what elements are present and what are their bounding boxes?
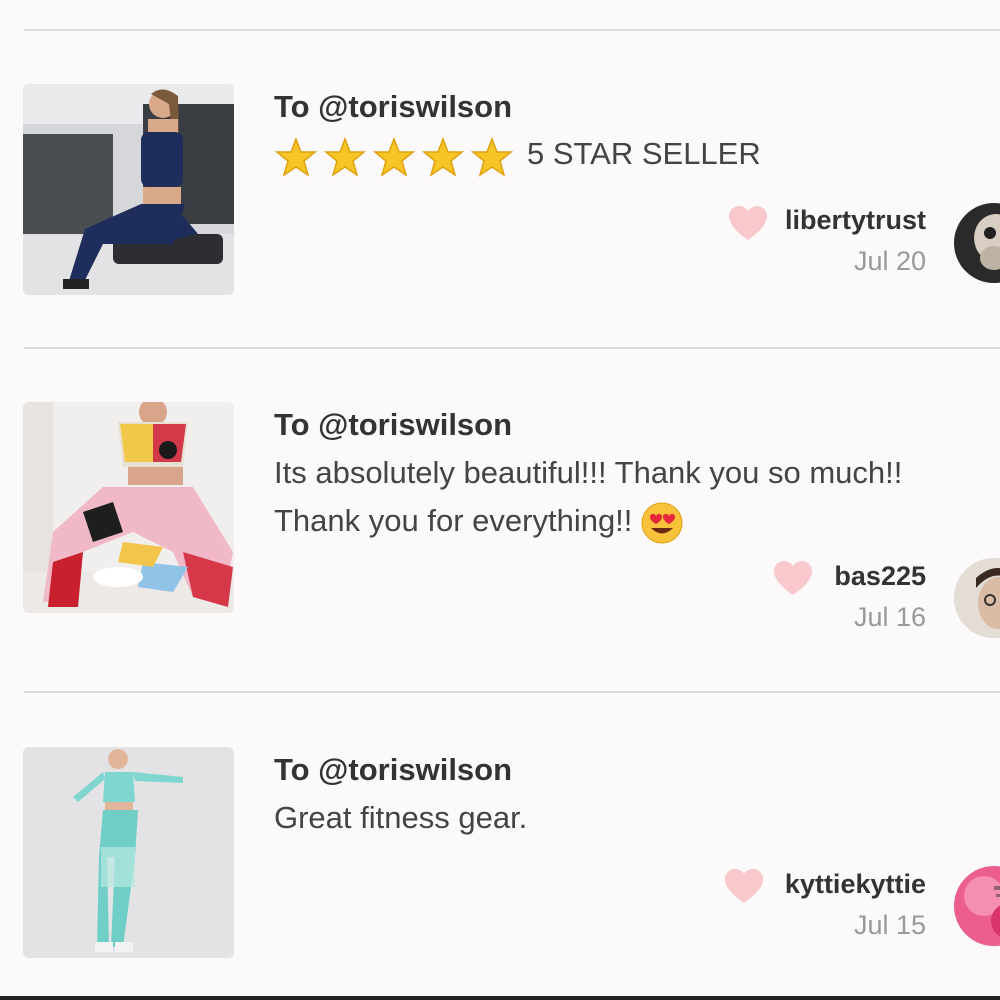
review-date: Jul 16	[853, 602, 926, 632]
review-meta: kyttiekyttie Jul 15	[785, 869, 926, 941]
star-icon	[421, 136, 465, 180]
star-icon	[372, 136, 416, 180]
review-text-line-1: Its absolutely beautiful!!! Thank you so…	[274, 455, 903, 490]
star-icon	[470, 136, 514, 180]
product-thumbnail[interactable]	[23, 747, 234, 958]
heart-icon[interactable]	[723, 866, 765, 906]
divider	[24, 347, 1000, 349]
review-text: 5 STAR SELLER	[274, 130, 1000, 180]
review-recipient: To @toriswilson	[274, 89, 513, 124]
review-body: Thank you for everything!!	[274, 503, 633, 538]
avatar[interactable]	[954, 558, 1000, 638]
product-thumbnail[interactable]	[23, 402, 234, 613]
review-date: Jul 20	[853, 246, 926, 276]
review-recipient: To @toriswilson	[274, 407, 513, 442]
heart-eyes-emoji-icon	[640, 501, 684, 545]
bottom-edge	[0, 996, 1000, 1000]
avatar[interactable]	[954, 203, 1000, 283]
product-thumbnail[interactable]	[23, 84, 234, 295]
review-date: Jul 15	[853, 910, 926, 940]
heart-icon[interactable]	[727, 203, 769, 243]
divider	[24, 691, 1000, 693]
review-meta: libertytrust Jul 20	[785, 205, 926, 277]
reviewer-username[interactable]: libertytrust	[785, 205, 926, 236]
review-meta: bas225 Jul 16	[834, 561, 926, 633]
reviewer-username[interactable]: bas225	[834, 561, 926, 592]
review-text-line-2: Thank you for everything!!	[274, 497, 1000, 545]
heart-icon[interactable]	[772, 558, 814, 598]
star-icon	[323, 136, 367, 180]
review-recipient: To @toriswilson	[274, 752, 513, 787]
divider	[24, 29, 1000, 31]
reviewer-username[interactable]: kyttiekyttie	[785, 869, 926, 900]
star-rating	[274, 132, 519, 180]
star-icon	[274, 136, 318, 180]
avatar[interactable]	[954, 866, 1000, 946]
review-text: Great fitness gear.	[274, 800, 528, 835]
review-body: 5 STAR SELLER	[527, 136, 761, 171]
